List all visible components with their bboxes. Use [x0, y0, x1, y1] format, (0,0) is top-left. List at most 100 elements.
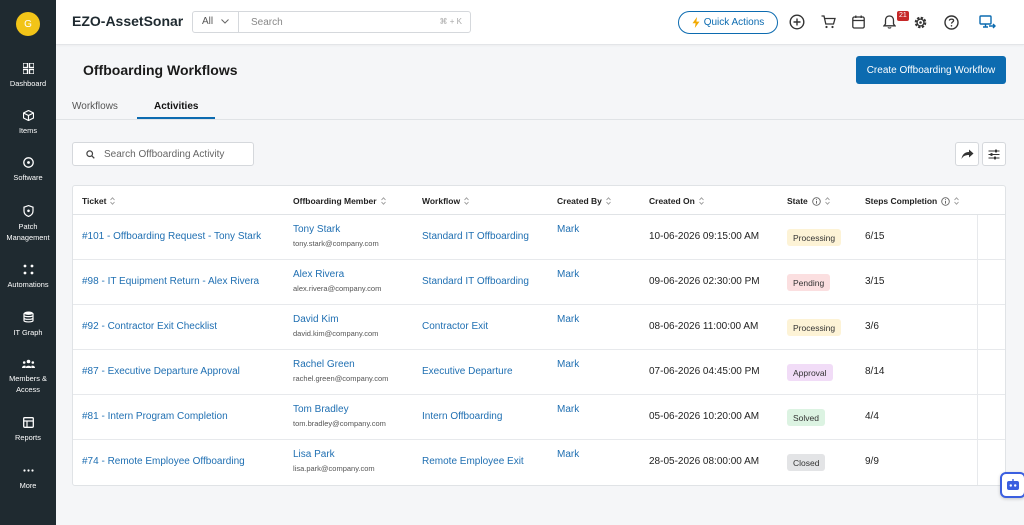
lightning-icon — [692, 17, 700, 28]
created-on-value: 09-06-2026 02:30:00 PM — [649, 276, 760, 287]
column-header-state[interactable]: State — [787, 196, 830, 206]
brand-logo[interactable]: EZO-AssetSonar — [72, 13, 183, 29]
column-header-ticket[interactable]: Ticket — [82, 196, 116, 206]
sidebar-item-label: Reports — [15, 433, 41, 442]
created-by-link[interactable]: Mark — [557, 359, 579, 370]
sidebar-item-automations[interactable]: Automations — [0, 264, 56, 290]
table-row[interactable]: #87 - Executive Departure Approval Rachel… — [73, 350, 1005, 395]
table-row[interactable]: #92 - Contractor Exit Checklist David Kim… — [73, 305, 1005, 350]
help-button[interactable] — [941, 12, 961, 32]
help-icon — [943, 14, 959, 30]
created-by-link[interactable]: Mark — [557, 404, 579, 415]
created-by-link[interactable]: Mark — [557, 269, 579, 280]
search-shortcut-hint: ⌘ + K — [439, 17, 462, 26]
table-row[interactable]: #101 - Offboarding Request - Tony Stark T… — [73, 215, 1005, 260]
search-input[interactable] — [251, 15, 431, 29]
workflow-link[interactable]: Standard IT Offboarding — [422, 276, 529, 287]
info-icon — [812, 196, 821, 206]
workflow-link[interactable]: Contractor Exit — [422, 321, 488, 332]
member-link[interactable]: Tom Bradley — [293, 404, 349, 415]
cart-button[interactable] — [818, 12, 838, 32]
member-link[interactable]: Lisa Park — [293, 449, 335, 460]
member-email: lisa.park@company.com — [293, 464, 375, 473]
member-link[interactable]: Tony Stark — [293, 224, 340, 235]
table-row[interactable]: #74 - Remote Employee Offboarding Lisa Pa… — [73, 440, 1005, 485]
sidebar-item-label: Dashboard — [9, 79, 47, 88]
support-chat-button[interactable] — [1000, 472, 1024, 498]
table-row[interactable]: #98 - IT Equipment Return - Alex Rivera A… — [73, 260, 1005, 305]
share-arrow-icon — [961, 149, 973, 159]
workflow-link[interactable]: Intern Offboarding — [422, 411, 502, 422]
sidebar-item-members-access[interactable]: Members & Access — [0, 359, 56, 395]
global-search: All ⌘ + K — [192, 11, 471, 33]
sidebar-item-software[interactable]: Software — [0, 157, 56, 183]
created-by-link[interactable]: Mark — [557, 449, 579, 460]
automation-icon — [23, 264, 33, 275]
column-header-label: Workflow — [422, 196, 461, 206]
column-header-member[interactable]: Offboarding Member — [293, 196, 386, 206]
sidebar-item-it-graph[interactable]: IT Graph — [0, 311, 56, 338]
avatar[interactable]: G — [16, 12, 40, 36]
chevron-down-icon — [221, 19, 229, 24]
page-title: Offboarding Workflows — [83, 62, 238, 78]
member-link[interactable]: David Kim — [293, 314, 339, 325]
sidebar-item-patch-management[interactable]: Patch Management — [0, 205, 56, 243]
steps-completion-value: 6/15 — [865, 231, 885, 242]
created-by-link[interactable]: Mark — [557, 314, 579, 325]
tab-workflows[interactable]: Workflows — [72, 101, 118, 112]
status-badge: Closed — [787, 454, 826, 471]
calendar-button[interactable] — [848, 12, 868, 32]
activity-search-input[interactable] — [104, 148, 249, 161]
workspace-switcher-button[interactable] — [977, 12, 997, 32]
column-header-steps-completion[interactable]: Steps Completion — [865, 196, 960, 206]
sidebar: G Dashboard Items Software Patch Managem… — [0, 0, 56, 525]
sort-icon — [954, 197, 960, 205]
status-badge: Processing — [787, 319, 842, 336]
member-link[interactable]: Alex Rivera — [293, 269, 344, 280]
database-icon — [22, 311, 34, 323]
search-scope-dropdown[interactable]: All — [193, 12, 239, 32]
column-settings-button[interactable] — [982, 142, 1006, 166]
ticket-link[interactable]: #98 - IT Equipment Return - Alex Rivera — [82, 276, 259, 287]
sidebar-item-more[interactable]: More — [0, 465, 56, 491]
quick-actions-label: Quick Actions — [703, 17, 765, 28]
workflow-link[interactable]: Remote Employee Exit — [422, 456, 524, 467]
quick-actions-button[interactable]: Quick Actions — [678, 11, 778, 34]
ticket-link[interactable]: #101 - Offboarding Request - Tony Stark — [82, 231, 261, 242]
settings-button[interactable] — [910, 12, 930, 32]
status-badge: Processing — [787, 229, 842, 246]
created-by-link[interactable]: Mark — [557, 224, 579, 235]
column-header-created-by[interactable]: Created By — [557, 196, 611, 206]
created-on-value: 10-06-2026 09:15:00 AM — [649, 231, 760, 242]
workflow-link[interactable]: Standard IT Offboarding — [422, 231, 529, 242]
sidebar-item-label: More — [19, 481, 37, 490]
ticket-link[interactable]: #81 - Intern Program Completion — [82, 411, 228, 422]
sidebar-item-items[interactable]: Items — [0, 110, 56, 136]
info-icon — [941, 196, 951, 206]
column-header-label: Created By — [557, 196, 602, 206]
sidebar-item-reports[interactable]: Reports — [0, 417, 56, 443]
column-header-created-on[interactable]: Created On — [649, 196, 704, 206]
notifications-button[interactable] — [879, 12, 899, 32]
notification-badge: 21 — [897, 11, 909, 21]
table-row[interactable]: #81 - Intern Program Completion Tom Bradl… — [73, 395, 1005, 440]
reports-icon — [22, 417, 34, 428]
workflow-link[interactable]: Executive Departure — [422, 366, 513, 377]
export-button[interactable] — [955, 142, 979, 166]
cube-icon — [22, 110, 34, 121]
tab-bar: Workflows Activities — [56, 96, 1024, 120]
monitor-arrow-icon — [978, 14, 996, 28]
member-link[interactable]: Rachel Green — [293, 359, 355, 370]
sidebar-item-dashboard[interactable]: Dashboard — [0, 63, 56, 89]
tab-activities[interactable]: Activities — [154, 101, 198, 112]
sidebar-item-label: Software — [13, 173, 43, 182]
plus-circle-icon — [789, 14, 805, 30]
ticket-link[interactable]: #74 - Remote Employee Offboarding — [82, 456, 245, 467]
ticket-link[interactable]: #92 - Contractor Exit Checklist — [82, 321, 217, 332]
add-button[interactable] — [787, 12, 807, 32]
create-offboarding-workflow-button[interactable]: Create Offboarding Workflow — [856, 56, 1006, 84]
table-header: Ticket Offboarding Member Workflow Creat… — [73, 186, 1005, 215]
steps-completion-value: 3/15 — [865, 276, 885, 287]
ticket-link[interactable]: #87 - Executive Departure Approval — [82, 366, 240, 377]
column-header-workflow[interactable]: Workflow — [422, 196, 469, 206]
